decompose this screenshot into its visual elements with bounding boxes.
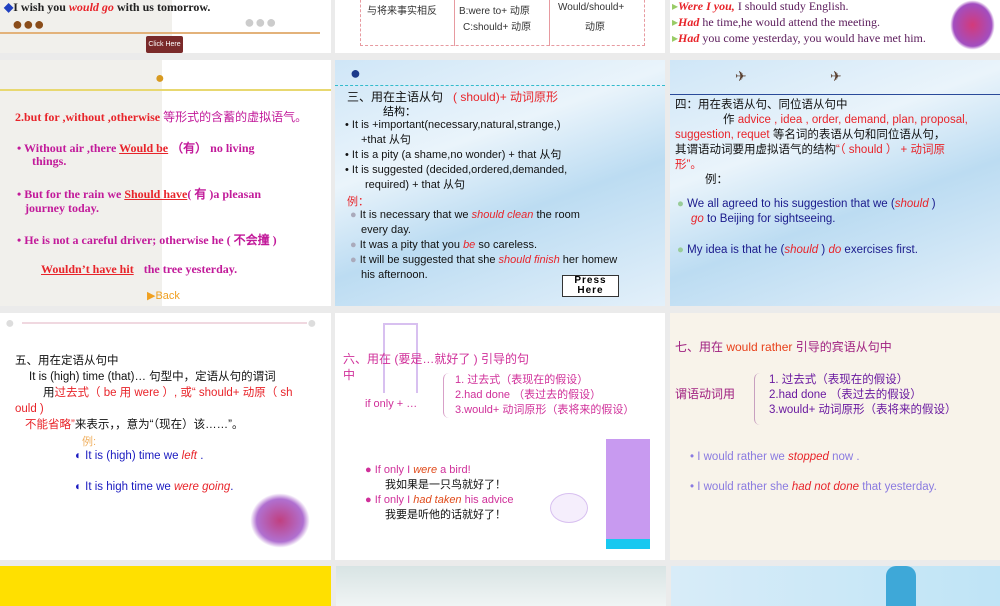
slide-text: 例：	[347, 196, 369, 208]
table-cell: 动原	[585, 22, 605, 33]
slide-text: • But for the rain we Should have( 有 )a …	[17, 187, 262, 201]
table-divider	[454, 0, 455, 46]
examples-list: ● If only I were a bird! 我如果是一只鸟就好了！ ● I…	[365, 464, 514, 521]
table-cell: 与将来事实相反	[367, 6, 437, 17]
slide-text: 谓语动词用	[675, 387, 736, 401]
table-cell: B:were to+ 动原	[459, 6, 530, 17]
slide-text: ◆I wish you would go with us tomorrow.	[4, 0, 211, 14]
divider	[670, 94, 1000, 95]
table-cell: C:should+ 动原	[463, 22, 532, 33]
slide-text: things.	[32, 154, 67, 168]
puppy-icon: ●	[307, 315, 317, 332]
flower-decoration-icon	[250, 493, 310, 548]
slide-thumbnail-2[interactable]: 与将来事实相反 B:were to+ 动原 C:should+ 动原 Would…	[335, 0, 665, 53]
slide-thumbnail-12[interactable]	[671, 566, 1000, 606]
table-divider	[549, 0, 550, 46]
tiger-icon: ●	[155, 70, 165, 87]
slide-thumbnail-4[interactable]: ● 2.but for ,without ,otherwise 等形式的含蓄的虚…	[0, 60, 331, 306]
slide-text: • He is not a careful driver; otherwise …	[17, 233, 277, 247]
bear-icon: ●●●	[12, 14, 45, 34]
slide-text: ▸Were I you, I should study English. ▸Ha…	[672, 0, 926, 45]
brace	[443, 373, 449, 418]
slide-thumbnail-11[interactable]	[336, 566, 666, 606]
flower-decoration-icon	[950, 0, 995, 50]
slide-text: 结构：	[383, 106, 416, 118]
slide-body: 四：用在表语从句、同位语从句中 作 advice , idea , order,…	[675, 99, 968, 186]
brace	[754, 373, 760, 425]
bear-on-branch-image	[606, 439, 650, 549]
slide-thumbnail-9[interactable]: 七、用在 would rather 引导的宾语从句中 谓语动词用 1. 过去式（…	[670, 313, 1000, 560]
example-item: • I would rather she had not done that y…	[690, 481, 937, 493]
scroll-decoration	[886, 566, 916, 606]
rabbit-icon: ●●●	[244, 12, 277, 32]
slide-thumbnail-7[interactable]: ● ● 五、用在定语从句中 It is (high) time (that)… …	[0, 313, 331, 560]
example-item: ◐ It is high time we were going.	[75, 481, 234, 493]
example-item: ◐ It is (high) time we left .	[75, 450, 204, 462]
slide-thumbnail-1[interactable]: ◆I wish you would go with us tomorrow. ●…	[0, 0, 331, 53]
slide-thumbnail-8[interactable]: 六、用在 (要是…就好了 ) 引导的句中 if only + … 1. 过去式（…	[335, 313, 665, 560]
slide-text: journey today.	[25, 201, 100, 215]
forms-list: 1. 过去式（表现在的假设） 2.had done （表过去的假设） 3.would…	[455, 374, 635, 416]
penguin-icon: ●	[350, 63, 361, 83]
back-button[interactable]: ▶Back	[147, 289, 180, 302]
divider	[0, 89, 331, 91]
slide-body: 五、用在定语从句中 It is (high) time (that)… 句型中，…	[15, 355, 293, 431]
slide-title: 三、用在主语从句 ( should)+ 动词原形	[347, 90, 559, 104]
slide-title: 七、用在 would rather 引导的宾语从句中	[675, 340, 892, 354]
divider	[335, 85, 665, 86]
slide-title: 2.but for ,without ,otherwise 等形式的含蓄的虚拟语…	[15, 110, 308, 124]
slide-text: if only + …	[365, 398, 418, 410]
examples-list: ● It is necessary that we should clean t…	[350, 209, 618, 281]
slide-thumbnail-6[interactable]: ✈ ✈ 四：用在表语从句、同位语从句中 作 advice , idea , or…	[670, 60, 1000, 306]
structure-list: • It is +important(necessary,natural,str…	[345, 119, 568, 191]
slide-text: Wouldn’t have hit the tree yesterday.	[41, 262, 238, 276]
bird-icon: ✈	[735, 68, 747, 84]
examples-list: ● We all agreed to his suggestion that w…	[677, 198, 936, 256]
music-note-icon	[550, 493, 588, 523]
slide-thumbnail-3[interactable]: ▸Were I you, I should study English. ▸Ha…	[670, 0, 1000, 53]
example-item: • I would rather we stopped now .	[690, 451, 860, 463]
table-cell: Would/should+	[558, 2, 625, 13]
slide-text: 例:	[82, 436, 97, 448]
slide-thumbnail-10[interactable]	[0, 566, 331, 606]
press-here-button[interactable]: Press Here	[562, 275, 619, 297]
puppy-icon: ●	[5, 315, 15, 332]
divider	[22, 322, 307, 324]
slide-thumbnail-5[interactable]: ● 三、用在主语从句 ( should)+ 动词原形 结构： • It is +…	[335, 60, 665, 306]
bird-icon: ✈	[830, 68, 842, 84]
forms-list: 1. 过去式（表现在的假设） 2.had done （表过去的假设） 3.would…	[769, 374, 957, 416]
click-here-button[interactable]: Click Here	[146, 36, 183, 53]
